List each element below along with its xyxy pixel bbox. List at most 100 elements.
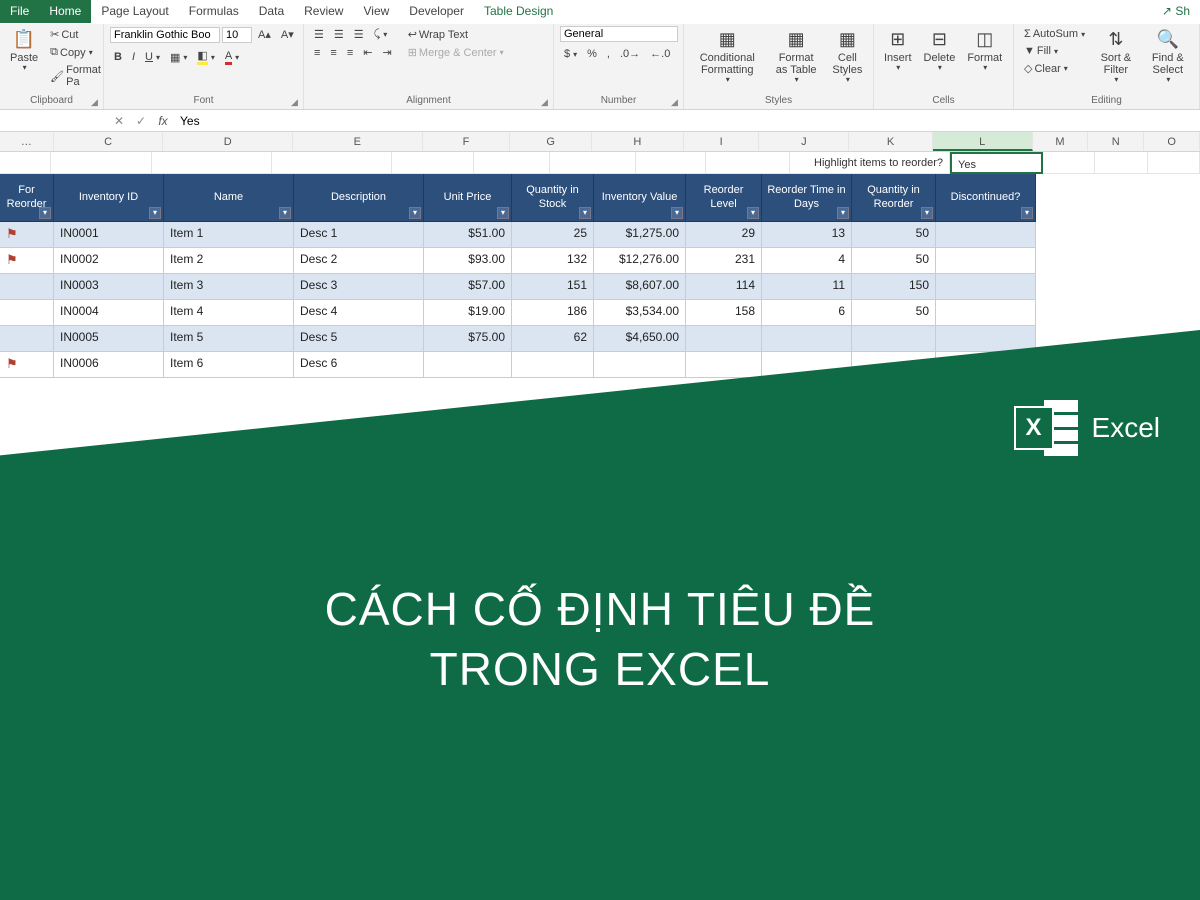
- filter-icon[interactable]: ▾: [39, 207, 51, 219]
- delete-cells-button[interactable]: ⊟Delete▾: [920, 26, 960, 75]
- decrease-indent-button[interactable]: ⇤: [359, 44, 376, 61]
- clipboard-launcher[interactable]: ◢: [91, 97, 101, 107]
- filter-icon[interactable]: ▾: [497, 207, 509, 219]
- worksheet[interactable]: Highlight items to reorder? Yes For Reor…: [0, 152, 1200, 378]
- col-header[interactable]: J: [759, 132, 849, 151]
- formula-value[interactable]: Yes: [174, 114, 200, 128]
- filter-icon[interactable]: ▾: [837, 207, 849, 219]
- fill-color-button[interactable]: ◧▾: [193, 47, 218, 67]
- increase-font-button[interactable]: A▴: [254, 26, 275, 43]
- share-button[interactable]: ↗ Sh: [1152, 0, 1200, 23]
- filter-icon[interactable]: ▾: [579, 207, 591, 219]
- filter-icon[interactable]: ▾: [1021, 207, 1033, 219]
- col-header[interactable]: I: [684, 132, 760, 151]
- merge-center-button[interactable]: ⊞ Merge & Center ▾: [404, 44, 508, 61]
- clear-button[interactable]: ◇ Clear ▾: [1020, 60, 1089, 77]
- borders-button[interactable]: ▦▾: [166, 49, 191, 66]
- th-for-reorder[interactable]: For Reorder▾: [0, 174, 54, 222]
- decrease-font-button[interactable]: A▾: [277, 26, 298, 43]
- filter-icon[interactable]: ▾: [149, 207, 161, 219]
- format-as-table-button[interactable]: ▦Format as Table▾: [769, 26, 824, 87]
- tab-view[interactable]: View: [353, 0, 399, 23]
- col-header[interactable]: K: [849, 132, 933, 151]
- col-header[interactable]: C: [54, 132, 164, 151]
- th-quantity-stock[interactable]: Quantity in Stock▾: [512, 174, 594, 222]
- highlight-value-cell[interactable]: Yes: [950, 152, 1043, 174]
- col-header[interactable]: G: [510, 132, 592, 151]
- th-inventory-value[interactable]: Inventory Value▾: [594, 174, 686, 222]
- tab-formulas[interactable]: Formulas: [179, 0, 249, 23]
- italic-button[interactable]: I: [128, 49, 139, 65]
- th-quantity-reorder[interactable]: Quantity in Reorder▾: [852, 174, 936, 222]
- font-color-button[interactable]: A▾: [221, 48, 243, 67]
- th-discontinued[interactable]: Discontinued?▾: [936, 174, 1036, 222]
- decrease-decimal-button[interactable]: ←.0: [646, 46, 674, 62]
- th-description[interactable]: Description▾: [294, 174, 424, 222]
- fill-button[interactable]: ▼ Fill ▾: [1020, 43, 1089, 59]
- tab-review[interactable]: Review: [294, 0, 353, 23]
- format-painter-button[interactable]: 🖌 Format Pa: [46, 62, 105, 90]
- col-header[interactable]: M: [1033, 132, 1089, 151]
- th-reorder-days[interactable]: Reorder Time in Days▾: [762, 174, 852, 222]
- font-launcher[interactable]: ◢: [291, 97, 301, 107]
- sort-filter-button[interactable]: ⇅Sort & Filter▾: [1093, 26, 1139, 87]
- orientation-button[interactable]: ⤹▾: [370, 26, 392, 43]
- tab-home[interactable]: Home: [39, 0, 91, 23]
- th-reorder-level[interactable]: Reorder Level▾: [686, 174, 762, 222]
- align-top-button[interactable]: ☰: [310, 26, 328, 43]
- filter-icon[interactable]: ▾: [921, 207, 933, 219]
- align-center-button[interactable]: ≡: [326, 45, 340, 61]
- filter-icon[interactable]: ▾: [279, 207, 291, 219]
- table-row[interactable]: IN0005Item 5Desc 5$75.0062$4,650.00: [0, 326, 1200, 352]
- copy-button[interactable]: ⧉ Copy ▾: [46, 44, 105, 61]
- col-header-selected[interactable]: L: [933, 132, 1033, 151]
- align-bottom-button[interactable]: ☰: [350, 26, 368, 43]
- accounting-button[interactable]: $▾: [560, 46, 581, 62]
- autosum-button[interactable]: Σ AutoSum ▾: [1020, 26, 1089, 42]
- cell-styles-button[interactable]: ▦Cell Styles▾: [828, 26, 867, 87]
- filter-icon[interactable]: ▾: [671, 207, 683, 219]
- formula-enter[interactable]: ✓: [130, 114, 152, 128]
- tab-data[interactable]: Data: [249, 0, 294, 23]
- increase-decimal-button[interactable]: .0→: [616, 46, 644, 62]
- comma-button[interactable]: ,: [603, 46, 614, 62]
- col-header[interactable]: …: [0, 132, 54, 151]
- col-header[interactable]: H: [592, 132, 684, 151]
- insert-cells-button[interactable]: ⊞Insert▾: [880, 26, 916, 75]
- col-header[interactable]: D: [163, 132, 293, 151]
- number-format-combo[interactable]: [560, 26, 678, 42]
- fx-button[interactable]: fx: [152, 114, 174, 128]
- table-row[interactable]: ⚑IN0001Item 1Desc 1$51.0025$1,275.002913…: [0, 222, 1200, 248]
- conditional-formatting-button[interactable]: ▦Conditional Formatting▾: [690, 26, 765, 87]
- bold-button[interactable]: B: [110, 49, 126, 65]
- formula-cancel[interactable]: ✕: [108, 114, 130, 128]
- col-header[interactable]: N: [1088, 132, 1144, 151]
- tab-developer[interactable]: Developer: [399, 0, 474, 23]
- wrap-text-button[interactable]: ↩ Wrap Text: [404, 26, 508, 43]
- number-launcher[interactable]: ◢: [671, 97, 681, 107]
- col-header[interactable]: O: [1144, 132, 1200, 151]
- table-row[interactable]: IN0004Item 4Desc 4$19.00186$3,534.001586…: [0, 300, 1200, 326]
- format-cells-button[interactable]: ◫Format▾: [963, 26, 1006, 75]
- paste-button[interactable]: 📋 Paste▾: [6, 26, 42, 75]
- filter-icon[interactable]: ▾: [409, 207, 421, 219]
- font-name-combo[interactable]: [110, 27, 220, 43]
- col-header[interactable]: E: [293, 132, 423, 151]
- font-size-combo[interactable]: [222, 27, 252, 43]
- table-row[interactable]: IN0003Item 3Desc 3$57.00151$8,607.001141…: [0, 274, 1200, 300]
- col-header[interactable]: F: [423, 132, 511, 151]
- align-middle-button[interactable]: ☰: [330, 26, 348, 43]
- align-left-button[interactable]: ≡: [310, 45, 324, 61]
- underline-button[interactable]: U▾: [141, 49, 164, 65]
- percent-button[interactable]: %: [583, 46, 601, 62]
- tab-file[interactable]: File: [0, 0, 39, 23]
- th-name[interactable]: Name▾: [164, 174, 294, 222]
- tab-page-layout[interactable]: Page Layout: [91, 0, 178, 23]
- cut-button[interactable]: ✂ Cut: [46, 26, 105, 43]
- increase-indent-button[interactable]: ⇥: [378, 44, 395, 61]
- alignment-launcher[interactable]: ◢: [541, 97, 551, 107]
- filter-icon[interactable]: ▾: [747, 207, 759, 219]
- align-right-button[interactable]: ≡: [343, 45, 357, 61]
- tab-table-design[interactable]: Table Design: [474, 0, 563, 23]
- th-unit-price[interactable]: Unit Price▾: [424, 174, 512, 222]
